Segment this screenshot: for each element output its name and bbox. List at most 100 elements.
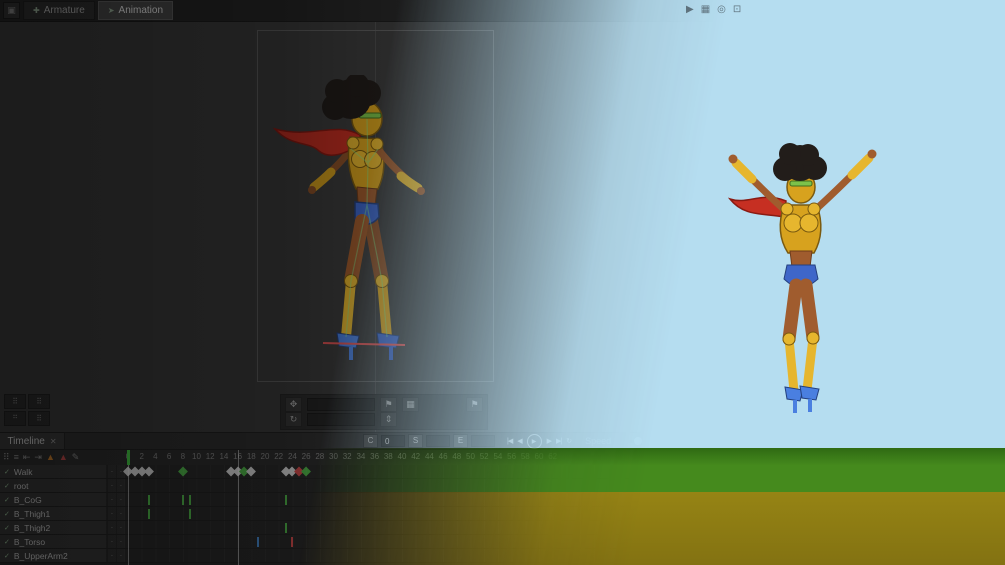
- row-visibility-check-icon[interactable]: ✓: [4, 538, 10, 546]
- timeline-toolbar: ⠿ ≡ ⇤ ⇥ ▲ ▲ ✎: [3, 451, 79, 464]
- current-frame-button[interactable]: C: [363, 434, 378, 448]
- frame-range-controls: C 0 S E: [363, 434, 495, 448]
- start-frame-value[interactable]: [426, 435, 450, 447]
- row-label[interactable]: ✓ Walk: [0, 465, 106, 478]
- skip-to-start-button[interactable]: |◀: [507, 437, 513, 445]
- end-frame-value[interactable]: [471, 435, 495, 447]
- timeline-row-B_UpperArm2[interactable]: ✓ B_UpperArm2 · ·: [0, 549, 1005, 563]
- row-name: B_Thigh1: [13, 508, 51, 519]
- app-icon[interactable]: ▣: [3, 2, 20, 19]
- transform-y-field[interactable]: [307, 413, 375, 426]
- row-option-dot[interactable]: ·: [107, 465, 116, 478]
- onion-skin-before-icon[interactable]: ▲: [46, 451, 55, 464]
- tab-animation[interactable]: ➤ Animation: [97, 1, 173, 20]
- dots-grid-icon-3[interactable]: ⠛: [4, 411, 26, 426]
- keyframe-diamond[interactable]: [301, 466, 312, 477]
- dots-grid-icon-2[interactable]: ⠿: [28, 394, 50, 409]
- row-visibility-check-icon[interactable]: ✓: [4, 482, 10, 490]
- near-arm[interactable]: [374, 145, 425, 195]
- row-option-dot[interactable]: ·: [107, 479, 116, 492]
- prev-keyframe-icon[interactable]: ⇤: [23, 451, 31, 464]
- step-back-button[interactable]: ◀: [517, 437, 522, 445]
- row-name: B_Thigh2: [13, 522, 51, 533]
- row-visibility-check-icon[interactable]: ✓: [4, 496, 10, 504]
- next-keyframe-icon[interactable]: ⇥: [34, 451, 42, 464]
- pose-flag-2-icon[interactable]: ⚑: [466, 397, 483, 412]
- row-option-dot[interactable]: ·: [116, 493, 125, 506]
- keyframe-tick[interactable]: [147, 508, 150, 519]
- timeline-row-root[interactable]: ✓ root · ·: [0, 479, 1005, 493]
- row-label[interactable]: ✓ B_Thigh2: [0, 521, 106, 534]
- play-button[interactable]: ▶: [526, 433, 542, 449]
- grid-snap-icon[interactable]: ▦: [402, 397, 419, 412]
- current-frame-value[interactable]: 0: [381, 435, 405, 447]
- speed-slider[interactable]: [618, 437, 675, 445]
- row-option-dot[interactable]: ·: [107, 521, 116, 534]
- frame-grid-icon[interactable]: ⠿: [3, 451, 10, 464]
- row-visibility-check-icon[interactable]: ✓: [4, 552, 10, 560]
- rotate-tool-icon[interactable]: ↻: [285, 412, 302, 427]
- keyframe-diamond[interactable]: [143, 466, 154, 477]
- shoulder-pad[interactable]: [370, 137, 384, 151]
- back-leg[interactable]: [364, 214, 400, 360]
- row-option-dot[interactable]: ·: [107, 493, 116, 506]
- row-label[interactable]: ✓ B_Thigh1: [0, 507, 106, 520]
- keyframe-tick[interactable]: [188, 508, 191, 519]
- move-tool-icon[interactable]: ✥: [285, 397, 302, 412]
- timeline-row-B_Torso[interactable]: ✓ B_Torso · ·: [0, 535, 1005, 549]
- pose-flag-icon[interactable]: ⚑: [380, 397, 397, 412]
- row-label[interactable]: ✓ B_CoG: [0, 493, 106, 506]
- keyframe-tick[interactable]: [284, 522, 287, 533]
- row-option-dot[interactable]: ·: [116, 521, 125, 534]
- time-label: Time: [732, 436, 753, 446]
- timeline-row-B_Thigh2[interactable]: ✓ B_Thigh2 · ·: [0, 521, 1005, 535]
- step-forward-button[interactable]: ▶: [547, 437, 552, 445]
- time-value: 0:00:0: [758, 436, 784, 446]
- keyframe-diamond[interactable]: [177, 466, 188, 477]
- keyframe-tick[interactable]: [291, 536, 294, 547]
- timeline-row-B_Thigh1[interactable]: ✓ B_Thigh1 · ·: [0, 507, 1005, 521]
- layer-list-icon[interactable]: ≡: [14, 451, 19, 464]
- row-visibility-check-icon[interactable]: ✓: [4, 468, 10, 476]
- row-option-dot[interactable]: ·: [107, 535, 116, 548]
- loop-button[interactable]: ↻: [566, 437, 572, 445]
- transform-x-field[interactable]: [307, 398, 375, 411]
- stage-canvas[interactable]: ⠿ ⠿ ⠛ ⠿ ✥ ⚑ ▦ ⚑ ↻ ⇕: [0, 22, 1005, 432]
- keyframe-tick[interactable]: [188, 494, 191, 505]
- close-icon[interactable]: ✕: [50, 437, 57, 446]
- scale-tool-icon[interactable]: ⇕: [380, 412, 397, 427]
- keyframe-tick[interactable]: [147, 494, 150, 505]
- row-option-dot[interactable]: ·: [116, 549, 125, 562]
- keyframe-tick[interactable]: [181, 494, 184, 505]
- row-label[interactable]: ✓ B_UpperArm2: [0, 549, 106, 562]
- row-label[interactable]: ✓ root: [0, 479, 106, 492]
- timeline-row-B_CoG[interactable]: ✓ B_CoG · ·: [0, 493, 1005, 507]
- playhead[interactable]: [127, 450, 130, 465]
- onion-skin-after-icon[interactable]: ▲: [59, 451, 68, 464]
- row-label[interactable]: ✓ B_Torso: [0, 535, 106, 548]
- start-frame-button[interactable]: S: [408, 434, 423, 448]
- top-tab-bar: ▣ ✚ Armature ➤ Animation: [0, 0, 1005, 22]
- row-option-dot[interactable]: ·: [107, 549, 116, 562]
- timeline-row-Walk[interactable]: ✓ Walk · ·: [0, 465, 1005, 479]
- row-option-dot[interactable]: ·: [116, 507, 125, 520]
- keyframe-tick[interactable]: [257, 536, 260, 547]
- dots-grid-icon-1[interactable]: ⠿: [4, 394, 26, 409]
- row-option-dot[interactable]: ·: [116, 479, 125, 492]
- shoulder-pad[interactable]: [346, 136, 360, 150]
- character-canvas[interactable]: [265, 75, 455, 375]
- row-option-dot[interactable]: ·: [116, 535, 125, 548]
- dots-grid-icon-4[interactable]: ⠿: [28, 411, 50, 426]
- speed-slider-handle[interactable]: [634, 437, 643, 445]
- tab-armature[interactable]: ✚ Armature: [23, 1, 95, 20]
- end-frame-button[interactable]: E: [453, 434, 468, 448]
- edit-keys-icon[interactable]: ✎: [72, 451, 80, 464]
- front-leg[interactable]: [336, 214, 369, 360]
- row-option-dot[interactable]: ·: [107, 507, 116, 520]
- timeline-panel-tab[interactable]: Timeline ✕: [0, 433, 65, 449]
- skip-to-end-button[interactable]: ▶|: [556, 437, 562, 445]
- row-visibility-check-icon[interactable]: ✓: [4, 524, 10, 532]
- keyframe-diamond[interactable]: [246, 466, 257, 477]
- keyframe-tick[interactable]: [284, 494, 287, 505]
- row-visibility-check-icon[interactable]: ✓: [4, 510, 10, 518]
